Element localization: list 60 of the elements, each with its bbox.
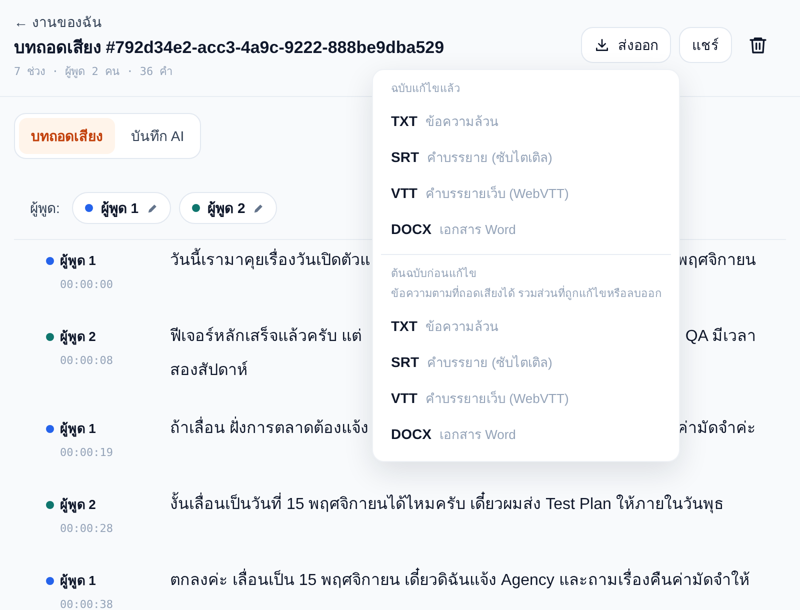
segment-timestamp: 00:00:08: [59, 353, 114, 369]
segment-timestamp: 00:00:38: [59, 597, 114, 610]
segment-text: QA มีเวลา: [685, 326, 756, 347]
trash-icon: [748, 35, 768, 55]
menu-section-subtitle: ข้อความตามที่ถอดเสียงได้ รวมส่วนที่ถูกแก้ไขหรือลบออก: [391, 286, 661, 302]
share-button[interactable]: แชร์: [679, 27, 732, 63]
pencil-icon: [146, 202, 158, 214]
segment-speaker: ผู้พูด 2: [60, 328, 96, 347]
format-description: เอกสาร Word: [439, 220, 516, 239]
segment-text: ฟีเจอร์หลักเสร็จแล้วครับ แต่: [170, 325, 362, 347]
segment-text: งั้นเลื่อนเป็นวันที่ 15 พฤศจิกายนได้ไหมครับ เดี๋ยวผมส่ง Test Plan ให้ภายในวันพุธ: [170, 488, 724, 522]
format-description: ข้อความล้วน: [425, 318, 498, 336]
format-name: TXT: [391, 112, 418, 131]
format-description: ข้อความล้วน: [425, 112, 498, 131]
export-option[interactable]: TXT ข้อความล้วน: [381, 104, 671, 140]
export-option[interactable]: VTT คำบรรยายเว็บ (WebVTT): [381, 176, 671, 212]
segment-speaker: ผู้พูด 2: [60, 496, 96, 515]
export-button[interactable]: ส่งออก: [581, 27, 671, 63]
segment-speaker: ผู้พูด 1: [60, 252, 96, 271]
export-option[interactable]: DOCX เอกสาร Word: [381, 416, 671, 452]
export-option[interactable]: DOCX เอกสาร Word: [381, 212, 671, 248]
format-name: SRT: [391, 353, 419, 372]
export-option[interactable]: SRT คำบรรยาย (ซับไตเติล): [381, 344, 671, 380]
segment-speaker: ผู้พูด 1: [60, 572, 96, 591]
segment-text: ตกลงค่ะ เลื่อนเป็น 15 พฤศจิกายน เดี๋ยวดิฉันแจ้ง Agency และถามเรื่องคืนค่ามัดจำให้: [170, 564, 750, 598]
transcript-meta: 7 ช่วง · ผู้พูด 2 คน · 36 คำ: [14, 64, 174, 80]
view-tab[interactable]: บทถอดเสียง: [19, 118, 115, 154]
format-name: DOCX: [391, 220, 432, 239]
format-name: VTT: [391, 184, 418, 203]
segment-timestamp: 00:00:28: [59, 521, 114, 537]
format-description: เอกสาร Word: [439, 426, 516, 444]
format-name: TXT: [391, 317, 418, 336]
format-description: คำบรรยาย (ซับไตเติล): [427, 354, 552, 372]
speaker-chip[interactable]: ผู้พูด 2: [178, 192, 278, 224]
view-tab[interactable]: บันทึก AI: [119, 118, 196, 154]
segment-speaker: ผู้พูด 1: [60, 420, 96, 439]
format-description: คำบรรยายเว็บ (WebVTT): [425, 390, 569, 408]
speakers-label: ผู้พูด:: [30, 198, 60, 218]
format-name: SRT: [391, 148, 419, 167]
speaker-chip[interactable]: ผู้พูด 1: [72, 192, 171, 224]
format-description: คำบรรยายเว็บ (WebVTT): [425, 184, 569, 203]
export-option[interactable]: TXT ข้อความล้วน: [381, 308, 671, 344]
segment-text: ถ้าเลื่อน ฝั่งการตลาดต้องแจ้ง: [170, 412, 368, 446]
format-name: VTT: [391, 389, 418, 408]
export-option[interactable]: VTT คำบรรยายเว็บ (WebVTT): [381, 380, 671, 416]
segment-text: พฤศจิกายน: [677, 251, 756, 271]
page-title: บทถอดเสียง #792d34e2-acc3-4a9c-9222-888be9dba529: [14, 37, 444, 59]
segment-timestamp: 00:00:19: [59, 445, 114, 461]
segment-text: สองสัปดาห์: [170, 360, 248, 381]
format-name: DOCX: [391, 425, 432, 444]
pencil-icon: [253, 202, 264, 214]
menu-section-title: ต้นฉบับก่อนแก้ไข: [391, 266, 478, 282]
segment-text: วันนี้เรามาคุยเรื่องวันเปิดตัวแ: [170, 244, 370, 278]
menu-section-title: ฉบับแก้ไขแล้ว: [391, 81, 461, 97]
export-option[interactable]: SRT คำบรรยาย (ซับไตเติล): [381, 140, 671, 176]
segment-text: ค่ามัดจำค่ะ: [677, 419, 756, 439]
segment-timestamp: 00:00:00: [59, 277, 114, 293]
format-description: คำบรรยาย (ซับไตเติล): [427, 148, 552, 167]
download-icon: [594, 37, 610, 53]
back-link[interactable]: ← งานของฉัน: [14, 12, 444, 32]
